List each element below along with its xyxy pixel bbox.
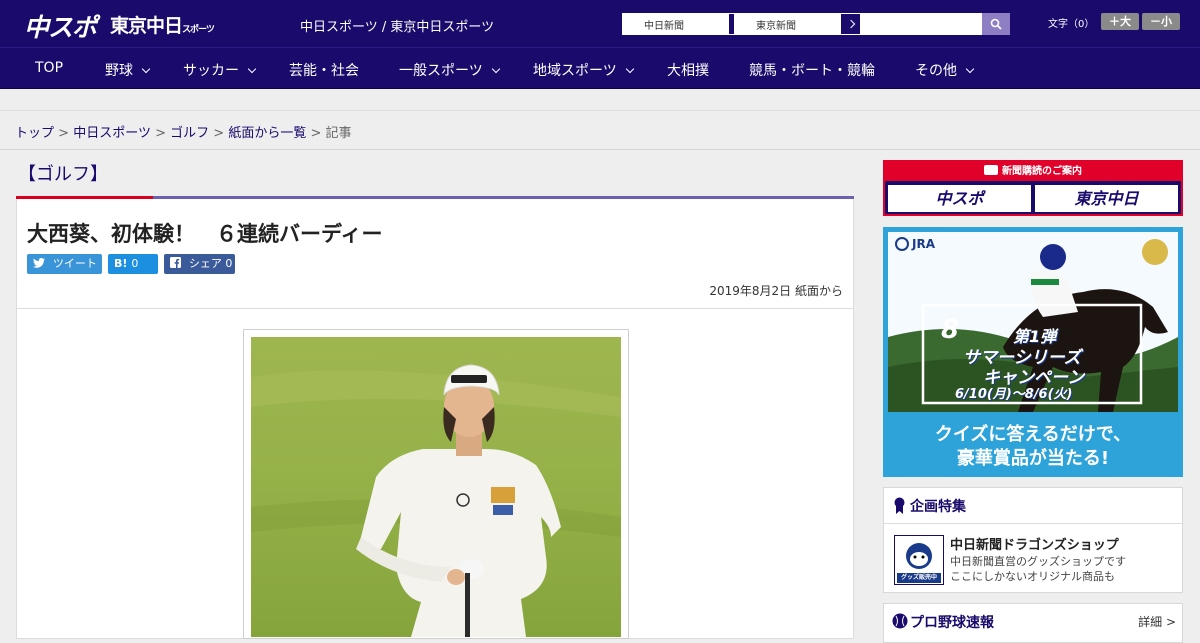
main-nav: TOP 野球 サッカー 芸能・社会 一般スポーツ 地域スポーツ 大相撲 競馬・ボ… xyxy=(0,48,1200,89)
facebook-icon xyxy=(170,257,185,270)
search-icon xyxy=(990,18,1002,30)
article-date: 2019年8月2日 紙面から xyxy=(709,284,843,298)
hatena-count: 0 xyxy=(131,257,139,270)
nav-label: 野球 xyxy=(105,63,133,79)
feature-heading: 企画特集 xyxy=(884,488,1182,524)
ad-campaign-dates: 6/10(月)～8/6(火) xyxy=(955,387,1073,402)
nav-label: サッカー xyxy=(183,63,239,79)
twitter-icon xyxy=(33,257,49,270)
dragons-shop-description: 中日新聞直営のグッズショップです ここにしかないオリジナル商品も xyxy=(950,554,1126,584)
breadcrumb-link-chuspo[interactable]: 中日スポーツ xyxy=(73,126,151,141)
chuspo-logo[interactable]: 中スポ xyxy=(24,8,97,44)
breadcrumb-separator: > xyxy=(310,126,322,141)
font-smaller-button[interactable]: －小 xyxy=(1142,13,1180,30)
jra-ad-banner[interactable]: JRA 8 第1弾 サマーシリーズ キャンペーン 6/10(月)～8/6(火) … xyxy=(883,227,1183,477)
article-photo-frame xyxy=(243,329,629,639)
nav-item-top[interactable]: TOP xyxy=(35,60,63,76)
jra-logo-icon xyxy=(895,237,909,251)
nav-label: 大相撲 xyxy=(667,63,709,79)
jra-logo-text: JRA xyxy=(912,237,935,251)
ext-link-label: 東京新聞 xyxy=(756,21,796,32)
nav-label: TOP xyxy=(35,60,64,76)
facebook-count: 0 xyxy=(225,257,233,270)
medal-icon xyxy=(894,497,905,514)
site-header: 中スポ 東京中日スポーツ 中日スポーツ / 東京中日スポーツ 中日新聞 東京新聞… xyxy=(0,0,1200,48)
nav-item-sumo[interactable]: 大相撲 xyxy=(667,60,709,80)
nav-item-soccer[interactable]: サッカー xyxy=(183,60,257,80)
breadcrumb-current: 記事 xyxy=(325,126,352,141)
ad-tagline-2: 豪華賞品が当たる! xyxy=(956,448,1110,469)
shop-desc-line-2: ここにしかないオリジナル商品も xyxy=(950,570,1115,583)
hatena-icon: B! xyxy=(114,257,128,270)
tokyo-shimbun-link[interactable]: 東京新聞 xyxy=(734,13,864,35)
ext-link-label: 中日新聞 xyxy=(644,21,684,32)
golfer-photo-illustration xyxy=(251,337,621,637)
shop-thumb-text: グッズ販売中 xyxy=(900,574,937,581)
nav-label: 一般スポーツ xyxy=(399,63,483,79)
promo-tokyo-chunichi-logo[interactable]: 東京中日 xyxy=(1035,185,1178,212)
dragons-shop-title[interactable]: 中日新聞ドラゴンズショップ xyxy=(950,534,1119,553)
ad-number: 8 xyxy=(941,315,960,345)
facebook-share-label: シェア xyxy=(188,257,222,270)
baseball-icon xyxy=(892,613,908,629)
nav-item-general-sports[interactable]: 一般スポーツ xyxy=(399,60,500,80)
site-title-link[interactable]: 中日スポーツ / 東京中日スポーツ xyxy=(300,16,494,35)
nav-label: 芸能・社会 xyxy=(289,63,359,79)
chunichi-shimbun-link[interactable]: 中日新聞 xyxy=(622,13,752,35)
ad-tagline-1: クイズに答えるだけで、 xyxy=(934,424,1132,445)
dragons-shop-thumbnail[interactable]: グッズ販売中 xyxy=(894,535,944,585)
nav-label: 競馬・ボート・競輪 xyxy=(749,63,875,79)
shop-desc-line-1: 中日新聞直営のグッズショップです xyxy=(950,555,1126,568)
nav-item-others[interactable]: その他 xyxy=(915,60,975,80)
chevron-down-icon xyxy=(141,64,151,74)
article-divider xyxy=(17,308,853,309)
nav-label: 地域スポーツ xyxy=(533,63,617,79)
nav-label: その他 xyxy=(915,63,957,79)
breadcrumb: トップ > 中日スポーツ > ゴルフ > 紙面から一覧 > 記事 xyxy=(15,122,352,141)
breadcrumb-link-top[interactable]: トップ xyxy=(15,126,54,141)
sub-nav-strip xyxy=(0,89,1200,111)
baseball-detail-link[interactable]: 詳細 > xyxy=(1138,613,1176,630)
font-larger-button[interactable]: ＋大 xyxy=(1101,13,1139,30)
feature-heading-text: 企画特集 xyxy=(910,499,966,515)
article-photo[interactable] xyxy=(251,337,621,637)
nav-item-local-sports[interactable]: 地域スポーツ xyxy=(533,60,634,80)
tokyo-chunichi-logo[interactable]: 東京中日スポーツ xyxy=(110,11,215,38)
chevron-down-icon xyxy=(625,64,634,74)
newspaper-icon xyxy=(984,165,998,175)
subscription-promo[interactable]: 新聞購読のご案内 中スポ 東京中日 xyxy=(883,160,1183,216)
feature-box: 企画特集 グッズ販売中 中日新聞ドラゴンズショップ 中日新聞直営のグッズショップ… xyxy=(883,487,1183,593)
breadcrumb-separator: > xyxy=(155,126,166,141)
tokyo-chunichi-logo-text: 東京中日 xyxy=(110,15,183,37)
chevron-down-icon xyxy=(491,64,500,74)
breadcrumb-link-golf[interactable]: ゴルフ xyxy=(170,126,209,141)
tokyo-chunichi-logo-small: スポーツ xyxy=(182,25,215,35)
hatena-bookmark-button[interactable]: B! 0 xyxy=(108,254,158,274)
tweet-label: ツイート xyxy=(52,257,97,270)
baseball-live-box: プロ野球速報 詳細 > xyxy=(883,603,1183,643)
baseball-heading: プロ野球速報 詳細 > xyxy=(884,604,1182,640)
search-input[interactable] xyxy=(860,13,1010,35)
jra-logo: JRA xyxy=(895,237,935,251)
breadcrumb-divider xyxy=(0,149,1200,150)
category-heading: 【ゴルフ】 xyxy=(18,164,108,185)
promo-heading: 新聞購読のご案内 xyxy=(885,162,1181,181)
breadcrumb-link-paper-list[interactable]: 紙面から一覧 xyxy=(228,126,306,141)
nav-item-entertainment[interactable]: 芸能・社会 xyxy=(289,60,359,80)
tweet-button[interactable]: ツイート xyxy=(27,254,102,274)
promo-heading-text: 新聞購読のご案内 xyxy=(1002,166,1082,177)
chevron-down-icon xyxy=(965,64,975,74)
baseball-heading-text: プロ野球速報 xyxy=(910,615,994,631)
promo-chuspo-logo[interactable]: 中スポ xyxy=(888,185,1031,212)
font-size-label: 文字（0） xyxy=(1048,19,1095,30)
breadcrumb-separator: > xyxy=(58,126,70,141)
search-button[interactable] xyxy=(982,13,1010,35)
article-card: 大西葵、初体験！ ６連続バーディー ツイート B! 0 シェア 0 2019年8月… xyxy=(16,199,854,639)
chevron-down-icon xyxy=(247,64,257,74)
article-headline: 大西葵、初体験！ ６連続バーディー xyxy=(27,222,383,246)
facebook-share-button[interactable]: シェア 0 xyxy=(164,254,235,274)
breadcrumb-separator: > xyxy=(213,126,225,141)
nav-item-baseball[interactable]: 野球 xyxy=(105,60,151,80)
nav-item-racing[interactable]: 競馬・ボート・競輪 xyxy=(749,60,875,80)
